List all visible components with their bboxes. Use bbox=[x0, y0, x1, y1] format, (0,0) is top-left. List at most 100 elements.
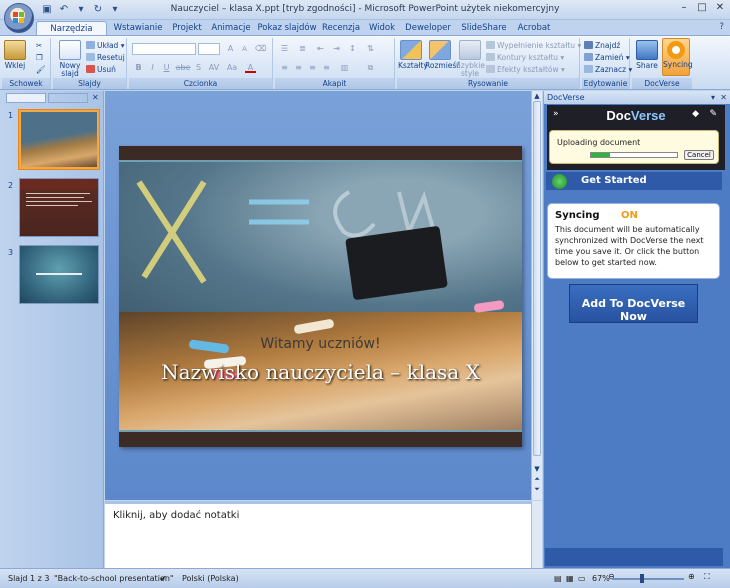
scroll-thumb[interactable] bbox=[533, 101, 541, 456]
strikethrough-button[interactable]: abe bbox=[175, 63, 191, 73]
decrease-indent-icon[interactable]: ⇤ bbox=[315, 44, 326, 54]
clear-format-icon[interactable]: ⌫ bbox=[255, 44, 266, 54]
outline-tab[interactable] bbox=[48, 93, 88, 103]
thumbnail-number: 1 bbox=[8, 111, 14, 120]
slide-canvas[interactable]: Witamy uczniów! Nazwisko nauczyciela – k… bbox=[119, 146, 522, 447]
slide-title[interactable]: Nazwisko nauczyciela – klasa X bbox=[139, 361, 502, 384]
previous-slide-icon[interactable]: ⏶ bbox=[533, 475, 541, 483]
vertical-scrollbar[interactable]: ▲ ▼ ⏶ ⏷ bbox=[531, 91, 542, 500]
align-center-icon[interactable]: ≡ bbox=[293, 63, 304, 73]
thumbnail-text-line bbox=[26, 197, 84, 198]
minimize-icon[interactable]: – bbox=[678, 2, 690, 13]
ribbon: Wklej ✂ ❐ 🖌 Schowek Nowy slajd Układ ▾ R… bbox=[0, 35, 730, 90]
fit-to-window-icon[interactable]: ⛶ bbox=[704, 572, 710, 582]
layout-button[interactable]: Układ ▾ bbox=[86, 41, 124, 51]
tag-icon[interactable]: ◆ bbox=[692, 109, 699, 119]
reset-button[interactable]: Resetuj bbox=[86, 53, 125, 63]
syncing-button[interactable]: Syncing bbox=[662, 38, 693, 76]
justify-icon[interactable]: ≡ bbox=[321, 63, 332, 73]
tab-acrobat[interactable]: Acrobat bbox=[515, 21, 553, 35]
char-spacing-button[interactable]: AV bbox=[207, 63, 221, 73]
shape-outline-button[interactable]: Kontury kształtu ▾ bbox=[486, 53, 564, 63]
quick-styles-button[interactable]: Szybkie style bbox=[456, 40, 485, 78]
zoom-slider-thumb[interactable] bbox=[640, 574, 644, 583]
delete-slide-button[interactable]: Usuń bbox=[86, 65, 116, 75]
line-spacing-icon[interactable]: ↕ bbox=[347, 44, 358, 54]
align-left-icon[interactable]: ≡ bbox=[279, 63, 290, 73]
font-size-combo[interactable] bbox=[198, 43, 220, 55]
tab-slideshare[interactable]: SlideShare bbox=[458, 21, 510, 35]
notes-placeholder[interactable]: Kliknij, aby dodać notatki bbox=[113, 510, 239, 521]
grow-font-button[interactable]: A bbox=[225, 44, 236, 54]
paste-button[interactable]: Wklej bbox=[4, 40, 26, 70]
align-right-icon[interactable]: ≡ bbox=[307, 63, 318, 73]
close-pane-icon[interactable]: ✕ bbox=[92, 93, 99, 103]
format-painter-icon[interactable]: 🖌 bbox=[36, 65, 46, 75]
text-direction-icon[interactable]: ⇅ bbox=[365, 44, 376, 54]
select-button[interactable]: Zaznacz ▾ bbox=[584, 65, 632, 75]
bullets-icon[interactable]: ☰ bbox=[279, 44, 290, 54]
shape-fill-button[interactable]: Wypełnienie kształtu ▾ bbox=[486, 41, 581, 51]
scroll-up-icon[interactable]: ▲ bbox=[533, 92, 541, 100]
bold-button[interactable]: B bbox=[133, 63, 144, 73]
help-icon[interactable]: ? bbox=[719, 22, 724, 32]
notes-pane[interactable]: Kliknij, aby dodać notatki bbox=[105, 501, 531, 568]
slide-thumbnail-2[interactable] bbox=[19, 178, 99, 237]
shape-effects-button[interactable]: Efekty kształtów ▾ bbox=[486, 65, 565, 75]
paint-bucket-icon bbox=[486, 41, 495, 49]
close-icon[interactable]: ✕ bbox=[714, 2, 726, 13]
tab-review[interactable]: Recenzja bbox=[321, 21, 361, 35]
copy-icon[interactable]: ❐ bbox=[36, 53, 43, 63]
slide-thumbnail-1[interactable] bbox=[19, 110, 99, 169]
office-button[interactable] bbox=[4, 3, 34, 33]
layout-icon bbox=[86, 41, 95, 49]
increase-indent-icon[interactable]: ⇥ bbox=[331, 44, 342, 54]
change-case-button[interactable]: Aa bbox=[225, 63, 239, 73]
tab-design[interactable]: Projekt bbox=[169, 21, 205, 35]
group-paragraph: ☰ ≣ ⇤ ⇥ ↕ ⇅ ≡ ≡ ≡ ≡ ▥ ⧉ Akapit bbox=[275, 38, 395, 89]
numbering-icon[interactable]: ≣ bbox=[297, 44, 308, 54]
get-started-title: Get Started bbox=[581, 175, 647, 186]
arrange-button[interactable]: Rozmieść bbox=[425, 40, 460, 70]
new-slide-button[interactable]: Nowy slajd bbox=[55, 40, 85, 78]
cut-icon[interactable]: ✂ bbox=[36, 41, 42, 51]
shrink-font-button[interactable]: A bbox=[239, 44, 250, 54]
maximize-icon[interactable]: □ bbox=[696, 2, 708, 13]
zoom-slider[interactable] bbox=[612, 578, 684, 580]
font-color-button[interactable]: A bbox=[245, 63, 256, 73]
find-button[interactable]: Znajdź bbox=[584, 41, 620, 51]
shapes-button[interactable]: Kształty bbox=[398, 40, 428, 70]
italic-button[interactable]: I bbox=[147, 63, 158, 73]
wrench-icon[interactable]: ✎ bbox=[709, 109, 717, 119]
slides-tab[interactable] bbox=[6, 93, 46, 103]
underline-button[interactable]: U bbox=[161, 63, 172, 73]
language-indicator[interactable]: Polski (Polska) bbox=[182, 574, 239, 583]
task-pane-close-icon[interactable]: ✕ bbox=[720, 91, 727, 104]
tab-developer[interactable]: Deweloper bbox=[404, 21, 452, 35]
next-slide-icon[interactable]: ⏷ bbox=[533, 485, 541, 493]
font-name-combo[interactable] bbox=[132, 43, 196, 55]
tab-insert[interactable]: Wstawianie bbox=[112, 21, 164, 35]
cancel-upload-button[interactable]: Cancel bbox=[684, 150, 714, 160]
columns-icon[interactable]: ▥ bbox=[339, 63, 350, 73]
spellcheck-icon[interactable]: ✔ bbox=[160, 574, 167, 583]
smartart-icon[interactable]: ⧉ bbox=[365, 63, 376, 73]
zoom-in-icon[interactable]: ⊕ bbox=[688, 572, 695, 581]
tab-slide-show[interactable]: Pokaz slajdów bbox=[257, 21, 317, 35]
add-to-docverse-button[interactable]: Add To DocVerse Now bbox=[569, 284, 698, 323]
notes-scrollbar[interactable] bbox=[531, 501, 542, 568]
tab-animations[interactable]: Animacje bbox=[210, 21, 252, 35]
normal-view-icon[interactable]: ▤ bbox=[554, 574, 562, 583]
task-pane-options-icon[interactable]: ▾ bbox=[711, 91, 715, 104]
slide-sorter-icon[interactable]: ▦ bbox=[566, 574, 574, 583]
replace-button[interactable]: Zamień ▾ bbox=[584, 53, 630, 63]
slide-subtitle[interactable]: Witamy uczniów! bbox=[119, 336, 522, 352]
new-slide-icon bbox=[59, 40, 81, 60]
slideshow-icon[interactable]: ▭ bbox=[578, 574, 586, 583]
tab-view[interactable]: Widok bbox=[366, 21, 398, 35]
shadow-button[interactable]: S bbox=[193, 63, 204, 73]
share-button[interactable]: Share bbox=[634, 40, 660, 70]
slide-thumbnail-3[interactable] bbox=[19, 245, 99, 304]
scroll-down-icon[interactable]: ▼ bbox=[533, 465, 541, 473]
tab-home[interactable]: Narzędzia główne bbox=[36, 21, 107, 48]
